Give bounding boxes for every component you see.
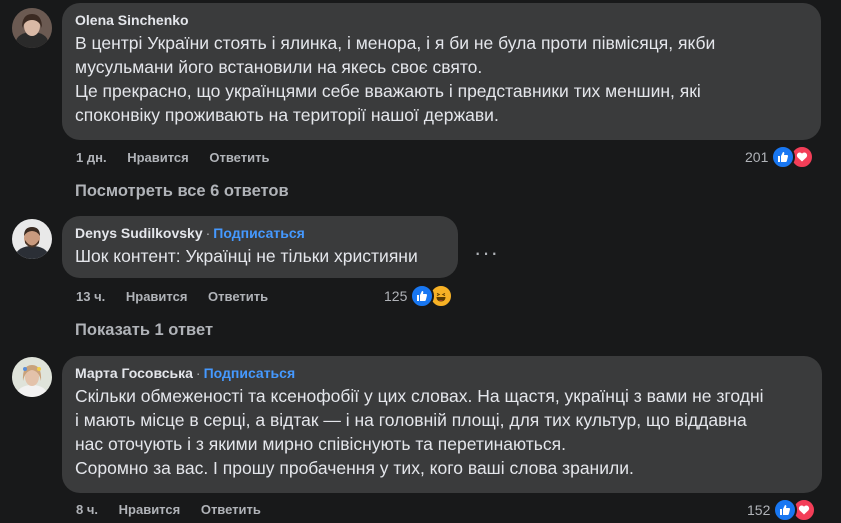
- comment-line: споконвіку проживають на території нашої…: [75, 105, 499, 125]
- comment-actions: 8 ч. Нравится Ответить: [76, 502, 278, 517]
- follow-button[interactable]: Подписаться: [204, 365, 296, 381]
- comment-actions: 13 ч. Нравится Ответить: [76, 289, 285, 304]
- comment-line: і мають місце в серці, а відтак — і на г…: [75, 410, 747, 430]
- follow-button[interactable]: Подписаться: [213, 225, 305, 241]
- comment-bubble: Denys Sudilkovsky · Подписаться Шок контен…: [62, 216, 458, 278]
- like-button[interactable]: Нравится: [127, 150, 189, 165]
- reaction-count: 152: [747, 502, 771, 518]
- avatar[interactable]: [12, 8, 52, 48]
- comment-author[interactable]: Olena Sinchenko: [75, 12, 189, 28]
- comment-line: Це прекрасно, що українцями себе вважают…: [75, 81, 701, 101]
- avatar[interactable]: [12, 219, 52, 259]
- comment-line: мусульмани його встановили на якесь своє…: [75, 57, 483, 77]
- like-icon: [773, 498, 798, 522]
- comment-line: В центрі України стоять і ялинка, і мено…: [75, 33, 716, 53]
- reaction-count: 201: [745, 149, 769, 165]
- like-icon: [771, 145, 796, 169]
- separator-dot: ·: [205, 225, 211, 241]
- comment-text: Скільки обмеженості та ксенофобії у цих …: [75, 384, 809, 480]
- separator-dot: ·: [195, 365, 201, 381]
- comment-bubble: Olena Sinchenko В центрі України стоять …: [62, 3, 821, 140]
- comment-actions: 1 дн. Нравится Ответить: [76, 150, 286, 165]
- comment-text: Шок контент: Українці не тільки християн…: [75, 244, 445, 268]
- comment-time[interactable]: 1 дн.: [76, 150, 107, 165]
- reply-button[interactable]: Ответить: [208, 289, 268, 304]
- avatar[interactable]: [12, 357, 52, 397]
- like-icon: [410, 284, 435, 308]
- reaction-summary[interactable]: 152: [747, 498, 817, 522]
- comment-line: Шок контент: Українці не тільки християн…: [75, 246, 418, 266]
- comment-bubble: Марта Госовська · Подписаться Скільки обме…: [62, 356, 822, 493]
- reaction-count: 125: [384, 288, 408, 304]
- more-options-icon[interactable]: ···: [474, 240, 499, 266]
- comment-time[interactable]: 13 ч.: [76, 289, 105, 304]
- comment-author[interactable]: Denys Sudilkovsky: [75, 225, 203, 241]
- comment-line: нас оточують і з якими мирно співіснують…: [75, 434, 566, 454]
- comment-line: Скільки обмеженості та ксенофобії у цих …: [75, 386, 764, 406]
- view-replies-link[interactable]: Посмотреть все 6 ответов: [75, 182, 289, 201]
- like-button[interactable]: Нравится: [119, 502, 181, 517]
- like-button[interactable]: Нравится: [126, 289, 188, 304]
- comment-line: Соромно за вас. І прошу пробачення у тих…: [75, 458, 634, 478]
- comment-author[interactable]: Марта Госовська: [75, 365, 193, 381]
- view-replies-link[interactable]: Показать 1 ответ: [75, 321, 213, 340]
- comment-text: В центрі України стоять і ялинка, і мено…: [75, 31, 808, 127]
- reply-button[interactable]: Ответить: [201, 502, 261, 517]
- reaction-summary[interactable]: 125: [384, 284, 454, 308]
- reaction-summary[interactable]: 201: [745, 145, 815, 169]
- reply-button[interactable]: Ответить: [209, 150, 269, 165]
- comment-time[interactable]: 8 ч.: [76, 502, 98, 517]
